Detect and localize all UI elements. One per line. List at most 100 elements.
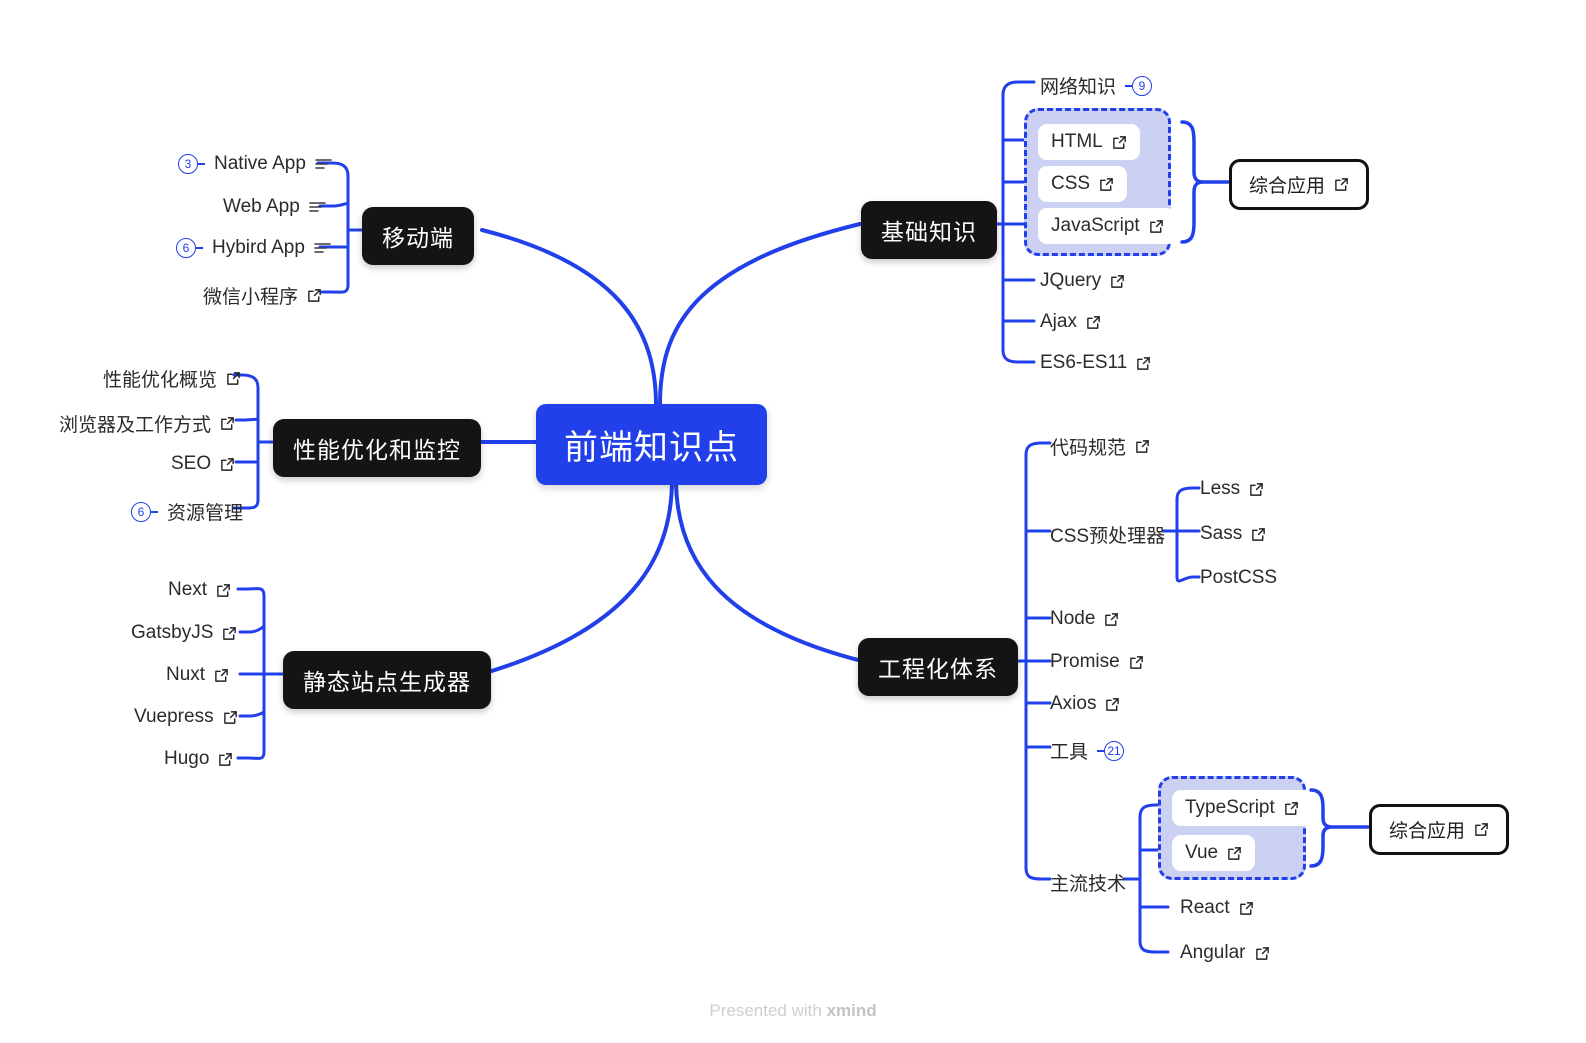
link-icon[interactable] (1255, 946, 1270, 961)
subtopic-seo[interactable]: SEO (171, 451, 235, 477)
badge-count: 9 (1125, 75, 1153, 96)
main-topic-performance[interactable]: 性能优化和监控 (273, 419, 481, 477)
footer-prefix: Presented with (709, 1001, 827, 1020)
link-icon[interactable] (226, 371, 241, 386)
subtopic-vue[interactable]: Vue (1172, 835, 1256, 871)
summary-basics[interactable]: 综合应用 (1229, 159, 1370, 210)
link-icon[interactable] (1239, 901, 1254, 916)
badge-count: 21 (1097, 740, 1125, 761)
subtopic-label: SEO (171, 453, 212, 474)
subtopic-gatsbyjs[interactable]: GatsbyJS (131, 620, 237, 646)
subtopic-mainstream-tech[interactable]: 主流技术 (1050, 867, 1126, 898)
subtopic-less[interactable]: Less (1200, 476, 1264, 502)
link-icon[interactable] (216, 583, 231, 598)
subtopic-postcss[interactable]: PostCSS (1200, 565, 1277, 591)
main-topic-basics-label: 基础知识 (881, 219, 977, 245)
central-topic[interactable]: 前端知识点 (536, 404, 767, 485)
link-icon[interactable] (1149, 219, 1164, 234)
subtopic-label: CSS预处理器 (1050, 526, 1166, 547)
link-icon[interactable] (1136, 356, 1151, 371)
link-icon[interactable] (214, 668, 229, 683)
badge-count: 6 (176, 238, 203, 258)
subtopic-angular[interactable]: Angular (1180, 940, 1270, 966)
link-icon[interactable] (1334, 177, 1349, 192)
link-icon[interactable] (1112, 135, 1127, 150)
subtopic-typescript[interactable]: TypeScript (1172, 790, 1312, 826)
subtopic-javascript[interactable]: JavaScript (1038, 208, 1177, 244)
subtopic-label: Web App (223, 196, 300, 217)
subtopic-browser-workflow[interactable]: 浏览器及工作方式 (59, 408, 235, 439)
subtopic-label: Hybird App (212, 237, 305, 258)
main-topic-mobile[interactable]: 移动端 (362, 207, 474, 265)
subtopic-node[interactable]: Node (1050, 606, 1119, 632)
subtopic-label: 主流技术 (1050, 874, 1127, 895)
subtopic-css[interactable]: CSS (1038, 166, 1128, 202)
subtopic-react[interactable]: React (1180, 895, 1254, 921)
subtopic-nuxt[interactable]: Nuxt (166, 662, 229, 688)
link-icon[interactable] (307, 288, 322, 303)
link-icon[interactable] (1086, 315, 1101, 330)
subtopic-native-app[interactable]: 3 Native App (178, 151, 332, 177)
subtopic-label: PostCSS (1200, 567, 1278, 588)
subtopic-network-knowledge[interactable]: 网络知识 9 (1040, 70, 1153, 101)
main-topic-basics[interactable]: 基础知识 (861, 201, 997, 259)
link-icon[interactable] (1251, 527, 1266, 542)
subtopic-axios[interactable]: Axios (1050, 691, 1120, 717)
subtopic-sass[interactable]: Sass (1200, 521, 1266, 547)
main-topic-ssg[interactable]: 静态站点生成器 (283, 651, 491, 709)
subtopic-html[interactable]: HTML (1038, 124, 1140, 160)
link-icon[interactable] (222, 626, 237, 641)
link-icon[interactable] (1110, 274, 1125, 289)
subtopic-label: 代码规范 (1050, 438, 1127, 459)
subtopic-wechat-miniprogram[interactable]: 微信小程序 (203, 280, 322, 311)
link-icon[interactable] (223, 710, 238, 725)
subtopic-jquery[interactable]: JQuery (1040, 268, 1125, 294)
link-icon[interactable] (1227, 846, 1242, 861)
link-icon[interactable] (1105, 697, 1120, 712)
subtopic-tools[interactable]: 工具 21 (1050, 735, 1125, 766)
summary-engineering[interactable]: 综合应用 (1369, 804, 1510, 855)
subtopic-label: Hugo (164, 748, 210, 769)
subtopic-label: Angular (1180, 942, 1246, 963)
link-icon[interactable] (1135, 439, 1150, 454)
central-topic-label: 前端知识点 (564, 429, 739, 467)
subtopic-code-standards[interactable]: 代码规范 (1050, 431, 1150, 462)
subtopic-label: Native App (214, 153, 306, 174)
summary-label: 综合应用 (1389, 821, 1466, 842)
badge-count: 6 (131, 501, 158, 522)
footer-brand: xmind (826, 1001, 877, 1020)
link-icon[interactable] (1249, 482, 1264, 497)
subtopic-hybird-app[interactable]: 6 Hybird App (176, 235, 331, 261)
subtopic-promise[interactable]: Promise (1050, 649, 1144, 675)
link-icon[interactable] (1129, 655, 1144, 670)
link-icon[interactable] (1099, 177, 1114, 192)
subtopic-ajax[interactable]: Ajax (1040, 309, 1101, 335)
summary-label: 综合应用 (1249, 176, 1326, 197)
subtopic-label: 微信小程序 (203, 287, 299, 308)
link-icon[interactable] (1104, 612, 1119, 627)
link-icon[interactable] (220, 416, 235, 431)
subtopic-es6-es11[interactable]: ES6-ES11 (1040, 350, 1151, 376)
subtopic-vuepress[interactable]: Vuepress (134, 704, 238, 730)
subtopic-next[interactable]: Next (168, 577, 231, 603)
note-icon (308, 200, 326, 214)
subtopic-label: TypeScript (1185, 797, 1275, 818)
subtopic-performance-overview[interactable]: 性能优化概览 (103, 363, 241, 394)
subtopic-label: ES6-ES11 (1040, 352, 1128, 373)
main-topic-engineering[interactable]: 工程化体系 (858, 638, 1018, 696)
link-icon[interactable] (1284, 801, 1299, 816)
subtopic-label: 工具 (1050, 742, 1089, 763)
link-icon[interactable] (1474, 822, 1489, 837)
subtopic-label: CSS (1051, 173, 1091, 194)
subtopic-web-app[interactable]: Web App (223, 194, 326, 220)
link-icon[interactable] (218, 752, 233, 767)
subtopic-css-preprocessor[interactable]: CSS预处理器 (1050, 519, 1165, 550)
subtopic-label: JavaScript (1051, 215, 1140, 236)
subtopic-label: React (1180, 897, 1230, 918)
link-icon[interactable] (220, 457, 235, 472)
subtopic-label: HTML (1051, 131, 1103, 152)
subtopic-resource-management[interactable]: 6 资源管理 (131, 496, 243, 527)
subtopic-hugo[interactable]: Hugo (164, 746, 233, 772)
subtopic-label: Axios (1050, 693, 1097, 714)
note-icon (315, 157, 332, 171)
